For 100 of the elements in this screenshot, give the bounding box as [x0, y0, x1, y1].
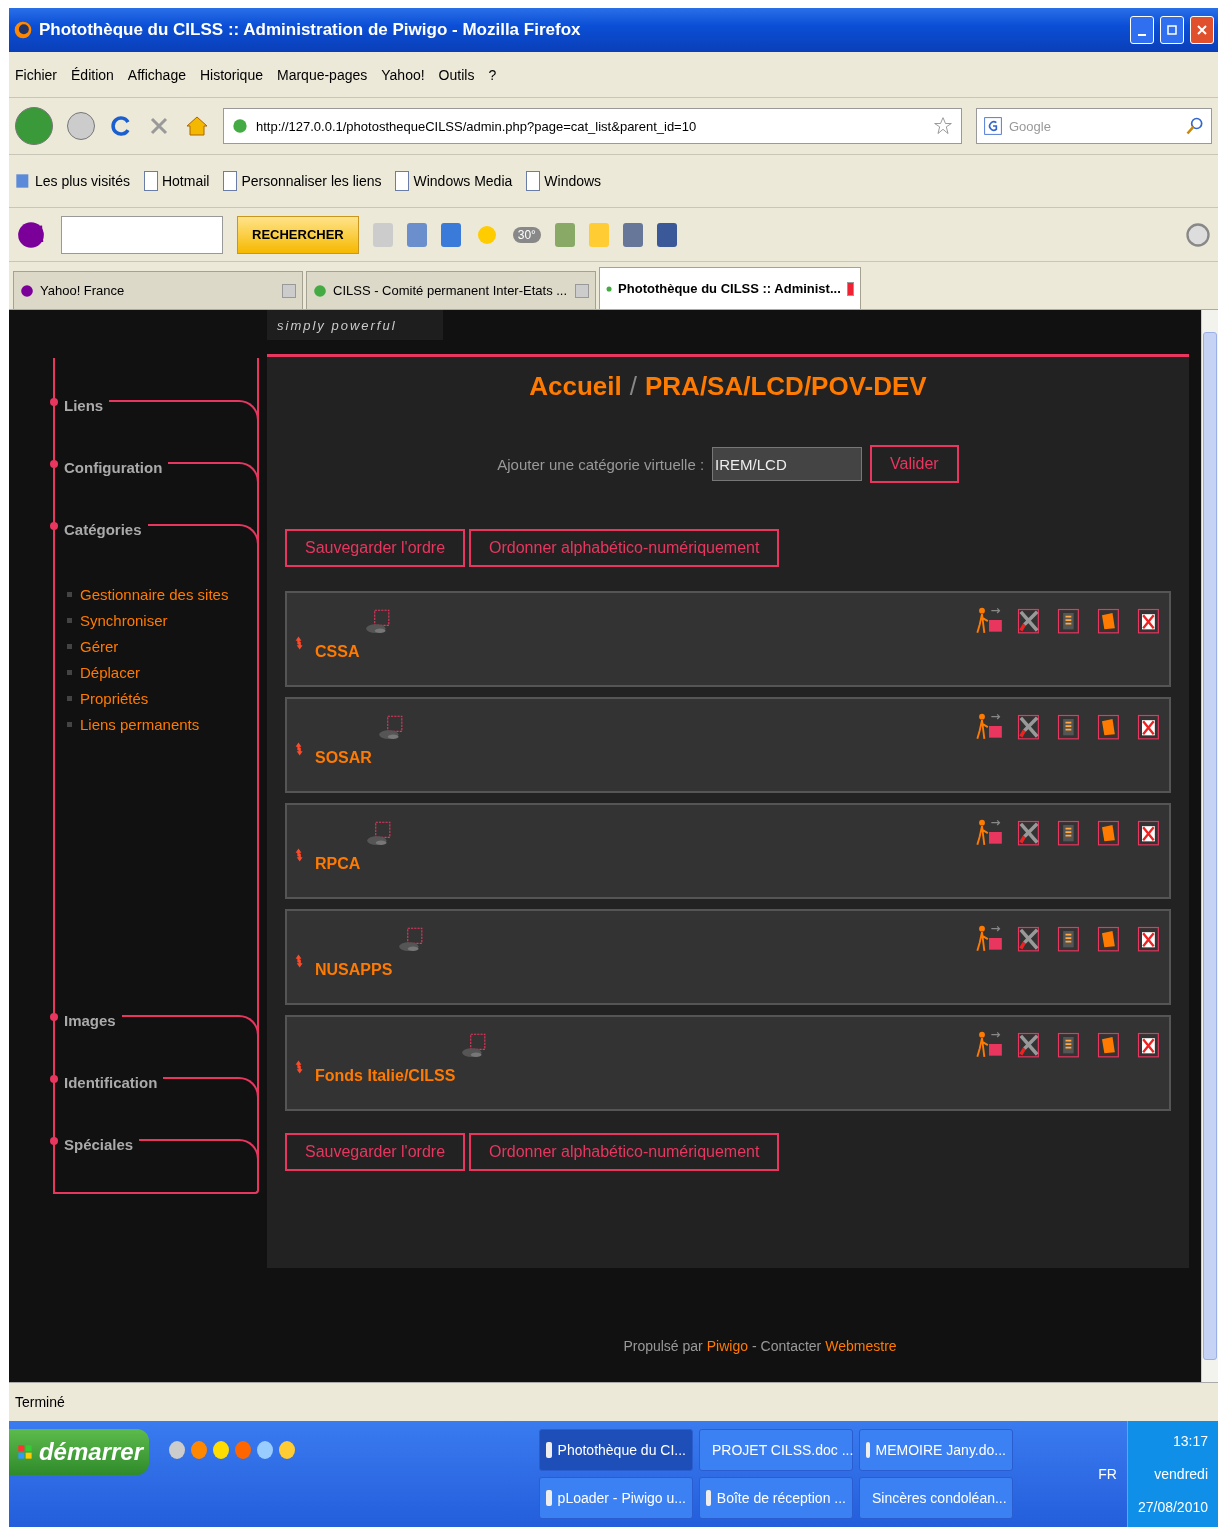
- category-input[interactable]: IREM/LCD: [712, 447, 863, 481]
- browser-tab[interactable]: CILSS - Comité permanent Inter-Etats ...: [306, 271, 596, 309]
- maximize-icon: [1166, 24, 1178, 36]
- footer-text: - Contacter: [752, 1338, 822, 1354]
- quick-launch-icon[interactable]: [257, 1441, 273, 1459]
- order-button[interactable]: Sauvegarder l'ordre: [285, 1133, 466, 1171]
- menu-item[interactable]: Édition: [71, 66, 114, 83]
- field-label: Ajouter une catégorie virtuelle :: [497, 455, 705, 473]
- footer-text: Propulsé par: [623, 1338, 703, 1354]
- category-link[interactable]: Fonds Italie/CILSS: [315, 1067, 456, 1085]
- sidebar-heading[interactable]: Liens: [64, 397, 104, 414]
- taskbar-button[interactable]: MEMOIRE Jany.do...: [859, 1429, 1013, 1471]
- quick-launch-icon[interactable]: [191, 1441, 207, 1459]
- tab-close-icon[interactable]: [575, 283, 589, 298]
- window-title: Photothèque du CILSS :: Administration de Piwigo - Mozilla Firefox: [39, 20, 582, 40]
- sidebar-link[interactable]: Propriétés: [67, 690, 257, 707]
- category-link[interactable]: RPCA: [315, 855, 361, 873]
- taskbar-button[interactable]: pLoader - Piwigo u...: [539, 1477, 693, 1519]
- sidebar-heading[interactable]: Configuration: [64, 459, 163, 476]
- order-button[interactable]: Sauvegarder l'ordre: [285, 529, 466, 567]
- menu-item[interactable]: Fichier: [15, 66, 57, 83]
- tab-site-icon: [20, 283, 34, 298]
- close-icon: [1196, 24, 1208, 36]
- bookmark-link[interactable]: Hotmail: [143, 171, 210, 191]
- bookmark-link[interactable]: Windows: [526, 171, 602, 191]
- maximize-button[interactable]: [1160, 16, 1184, 44]
- yahoo-search-field[interactable]: [61, 215, 223, 254]
- clock-date: 27/08/2010: [1137, 1498, 1208, 1515]
- breadcrumb-link[interactable]: PRA/SA/LCD/POV-DEV: [645, 371, 927, 429]
- site-icon: [232, 118, 248, 134]
- taskbar-button[interactable]: Boîte de réception ...: [699, 1477, 853, 1519]
- page-icon: [526, 171, 541, 191]
- yahoo-search-button[interactable]: RECHERCHER: [237, 215, 359, 254]
- footer-link[interactable]: Piwigo: [706, 1338, 749, 1354]
- category-link[interactable]: NUSAPPS: [315, 961, 393, 979]
- page-icon: [223, 171, 238, 191]
- url-text: http://127.0.0.1/photosthequeCILSS/admin.php?page=cat_list&parent_id=10: [256, 118, 698, 134]
- menu-item[interactable]: Affichage: [127, 66, 186, 83]
- quick-launch-icon[interactable]: [279, 1441, 295, 1459]
- browser-tab[interactable]: Photothèque du CILSS :: Administ...: [599, 267, 861, 309]
- menu-item[interactable]: Yahoo!: [381, 66, 425, 83]
- validate-button[interactable]: Valider: [870, 445, 959, 483]
- bookmark-link[interactable]: Windows Media: [395, 171, 513, 191]
- sidebar-link[interactable]: Synchroniser: [67, 612, 257, 629]
- tab-close-icon[interactable]: [846, 281, 854, 296]
- status-text: Terminé: [15, 1394, 65, 1410]
- breadcrumb-link[interactable]: Accueil: [529, 371, 622, 429]
- order-button[interactable]: Ordonner alphabético-numériquement: [469, 529, 780, 567]
- star-icon: [933, 116, 953, 136]
- tab-site-icon: [313, 283, 327, 298]
- menu-item[interactable]: ?: [488, 66, 497, 83]
- browser-tab[interactable]: Yahoo! France: [13, 271, 303, 309]
- forward-button[interactable]: [67, 112, 95, 140]
- quick-launch-icon[interactable]: [235, 1441, 251, 1459]
- sidebar-link[interactable]: Déplacer: [67, 664, 257, 681]
- sidebar-heading[interactable]: Identification: [64, 1074, 158, 1091]
- sidebar-heading[interactable]: Spéciales: [64, 1136, 134, 1153]
- category-link[interactable]: SOSAR: [315, 749, 372, 767]
- taskbar-button[interactable]: Sincères condoléan...: [859, 1477, 1013, 1519]
- home-icon: [185, 114, 209, 138]
- toolbar-icon[interactable]: [622, 222, 643, 247]
- minimize-button[interactable]: [1130, 16, 1154, 44]
- scrollbar[interactable]: [1201, 310, 1218, 1382]
- search-icon: [1185, 116, 1205, 136]
- sidebar-link[interactable]: Gérer: [67, 638, 257, 655]
- back-button[interactable]: [15, 107, 53, 145]
- toolbar-icon[interactable]: [554, 222, 575, 247]
- search-placeholder: Google: [1009, 118, 1052, 134]
- bookmark-link[interactable]: Personnaliser les liens: [223, 171, 382, 191]
- minimize-icon: [1138, 34, 1146, 36]
- mail-icon[interactable]: [440, 222, 461, 247]
- breadcrumb-separator: /: [629, 371, 637, 403]
- sidebar-heading[interactable]: Catégories: [64, 521, 142, 538]
- page-icon: [143, 171, 158, 191]
- footer-link[interactable]: Webmestre: [825, 1338, 897, 1354]
- sidebar-link[interactable]: Gestionnaire des sites: [67, 586, 257, 603]
- gear-icon: [1184, 220, 1212, 249]
- sidebar-heading[interactable]: Images: [64, 1012, 116, 1029]
- menu-item[interactable]: Marque-pages: [277, 66, 368, 83]
- menu-item[interactable]: Outils: [438, 66, 475, 83]
- tab-close-icon[interactable]: [282, 283, 296, 298]
- taskbar-button[interactable]: Photothèque du CI...: [539, 1429, 693, 1471]
- quick-launch-icon[interactable]: [169, 1441, 185, 1459]
- windows-flag-icon: [17, 1442, 33, 1462]
- bookmark-icon: [15, 172, 31, 190]
- bookmark-link[interactable]: Les plus visités: [15, 172, 130, 190]
- close-button[interactable]: [1190, 16, 1214, 44]
- menu-item[interactable]: Historique: [199, 66, 263, 83]
- taskbar-button[interactable]: PROJET CILSS.doc ...: [699, 1429, 853, 1471]
- sidebar-link[interactable]: Liens permanents: [67, 716, 257, 733]
- weather-badge: 30°: [512, 226, 541, 243]
- quick-launch-icon[interactable]: [213, 1441, 229, 1459]
- category-link[interactable]: CSSA: [315, 643, 360, 661]
- order-button[interactable]: Ordonner alphabético-numériquement: [469, 1133, 780, 1171]
- clock-day: vendredi: [1154, 1466, 1208, 1482]
- clock-time: 13:17: [1172, 1433, 1208, 1450]
- toolbar-icon[interactable]: [406, 222, 427, 247]
- address-field[interactable]: http://127.0.0.1/photosthequeCILSS/admin.php?page=cat_list&parent_id=10: [223, 108, 962, 144]
- logo-tagline: simply powerful: [277, 317, 397, 333]
- language-indicator[interactable]: FR: [1098, 1466, 1117, 1482]
